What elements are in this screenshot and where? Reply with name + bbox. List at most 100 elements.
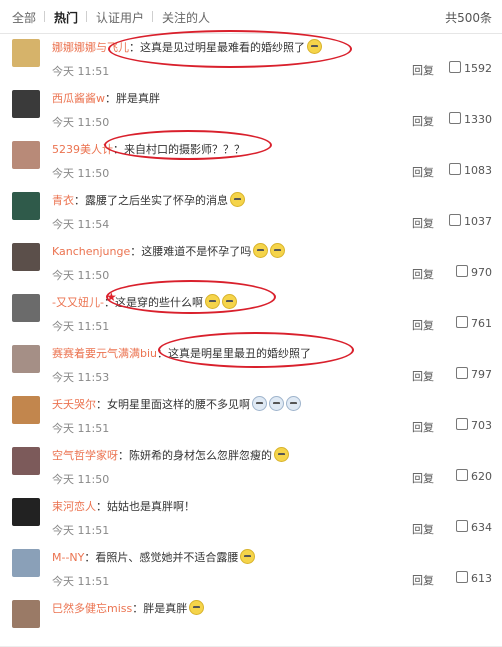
thumbs-up-icon xyxy=(449,214,461,226)
avatar[interactable] xyxy=(12,600,40,628)
comment-body: 夭夭哭尔：女明星里面这样的腰不多见啊 xyxy=(52,396,301,412)
comment-username[interactable]: 西瓜酱酱w xyxy=(52,92,105,105)
reply-button[interactable]: 回复 xyxy=(412,266,434,282)
avatar[interactable] xyxy=(12,498,40,526)
comment-item: 西瓜酱酱w：胖是真胖 今天 11:50 回复 1330 xyxy=(0,85,502,137)
comment-username[interactable]: 赛赛着要元气满满biu xyxy=(52,347,157,360)
comment-time: 今天 11:50 xyxy=(52,269,110,282)
comment-item: -又又妞儿-：这是穿的些什么啊今天 11:51 回复 761 xyxy=(0,289,502,341)
comment-text: ：姑姑也是真胖啊！ xyxy=(96,500,195,513)
comment-body: Kanchenjunge：这腰难道不是怀孕了吗 xyxy=(52,243,286,259)
reply-button[interactable]: 回复 xyxy=(412,62,434,78)
comment-item: 娜娜娜娜与飞儿：这真是见过明星最难看的婚纱照了 今天 11:51 回复 1592 xyxy=(0,34,502,86)
comment-username[interactable]: Kanchenjunge xyxy=(52,245,130,258)
comment-item: 5239美人计：来自村口的摄影师？？？ 今天 11:50 回复 1083 xyxy=(0,136,502,188)
avatar[interactable] xyxy=(12,192,40,220)
comment-username[interactable]: 巳然多健忘miss xyxy=(52,602,132,615)
like-count: 1592 xyxy=(464,62,492,75)
like-button[interactable]: 1592 xyxy=(449,61,492,75)
comment-text: ：胖是真胖 xyxy=(132,602,188,615)
comment-body: 娜娜娜娜与飞儿：这真是见过明星最难看的婚纱照了 xyxy=(52,39,322,55)
reply-button[interactable]: 回复 xyxy=(412,368,434,384)
like-count: 1037 xyxy=(464,215,492,228)
avatar[interactable] xyxy=(12,396,40,424)
emoji-icon xyxy=(204,294,220,309)
like-count: 1330 xyxy=(464,113,492,126)
comment-text: ：陈妍希的身材怎么忽胖忽瘦的 xyxy=(118,449,272,462)
emoji-icon xyxy=(307,39,322,54)
tab-divider xyxy=(44,11,45,22)
comment-username[interactable]: 5239美人计 xyxy=(52,143,113,156)
comment-username[interactable]: 青衣 xyxy=(52,194,74,207)
emoji-icon xyxy=(274,447,289,462)
like-button[interactable]: 1330 xyxy=(449,112,492,126)
like-button[interactable]: 1037 xyxy=(449,214,492,228)
like-button[interactable]: 613 xyxy=(456,571,492,585)
comment-body: 赛赛着要元气满满biu：这真是明星里最丑的婚纱照了 xyxy=(52,345,311,361)
comment-username[interactable]: 娜娜娜娜与飞儿 xyxy=(52,41,129,54)
avatar[interactable] xyxy=(12,39,40,67)
comment-text: ：这真是明星里最丑的婚纱照了 xyxy=(157,347,312,360)
like-button[interactable]: 1083 xyxy=(449,163,492,177)
like-count: 620 xyxy=(471,470,492,483)
comment-username[interactable]: M--NY xyxy=(52,551,84,564)
reply-button[interactable]: 回复 xyxy=(412,215,434,231)
reply-button[interactable]: 回复 xyxy=(412,113,434,129)
thumbs-up-icon xyxy=(449,163,461,175)
thumbs-up-icon xyxy=(456,265,468,277)
emoji-icon xyxy=(240,549,256,564)
avatar[interactable] xyxy=(12,243,40,271)
like-button[interactable]: 634 xyxy=(456,520,492,534)
comment-text: ：女明星里面这样的腰不多见啊 xyxy=(96,398,250,411)
avatar[interactable] xyxy=(12,345,40,373)
reply-button[interactable]: 回复 xyxy=(412,521,434,537)
tab-all[interactable]: 全部 xyxy=(12,9,36,26)
like-button[interactable]: 797 xyxy=(456,367,492,381)
tab-hot[interactable]: 热门 xyxy=(54,9,78,26)
emoji-icon xyxy=(269,396,284,411)
thumbs-up-icon xyxy=(456,367,468,379)
like-button[interactable]: 620 xyxy=(456,469,492,483)
comment-time: 今天 11:53 xyxy=(52,371,110,384)
comment-text: ：这是穿的些什么啊 xyxy=(103,296,203,309)
comment-item: M--NY：看照片、感觉她并不适合露腰 今天 11:51 回复 613 xyxy=(0,544,502,596)
reply-button[interactable]: 回复 xyxy=(412,572,434,588)
like-count: 634 xyxy=(471,521,492,534)
comment-text: ：这腰难道不是怀孕了吗 xyxy=(130,245,252,258)
avatar[interactable] xyxy=(12,90,40,118)
avatar[interactable] xyxy=(12,549,40,577)
comment-item: Kanchenjunge：这腰难道不是怀孕了吗 今天 11:50 回复 970 xyxy=(0,238,502,290)
comment-username[interactable]: 束河恋人 xyxy=(52,500,96,513)
comment-item: 赛赛着要元气满满biu：这真是明星里最丑的婚纱照了 今天 11:53 回复 797 xyxy=(0,340,502,392)
like-count: 761 xyxy=(471,317,492,330)
comment-tab-bar: 全部 热门 认证用户 关注的人 共500条 xyxy=(0,0,502,34)
like-button[interactable]: 970 xyxy=(456,265,492,279)
comment-text: ：来自村口的摄影师？？？ xyxy=(113,143,245,156)
comment-item: 青衣：露腰了之后坐实了怀孕的消息 今天 11:54 回复 1037 xyxy=(0,187,502,239)
reply-button[interactable]: 回复 xyxy=(412,470,434,486)
emoji-icon xyxy=(252,396,267,411)
comment-item: 巳然多健忘miss：胖是真胖 xyxy=(0,595,502,647)
tab-divider xyxy=(86,11,87,22)
like-button[interactable]: 761 xyxy=(456,316,492,330)
tab-following[interactable]: 关注的人 xyxy=(162,9,210,26)
thumbs-up-icon xyxy=(449,61,461,73)
reply-button[interactable]: 回复 xyxy=(412,164,434,180)
comment-time: 今天 11:51 xyxy=(52,320,110,333)
comment-body: M--NY：看照片、感觉她并不适合露腰 xyxy=(52,549,256,565)
thumbs-up-icon xyxy=(456,418,468,430)
avatar[interactable] xyxy=(12,447,40,475)
thumbs-up-icon xyxy=(456,520,468,532)
avatar[interactable] xyxy=(12,141,40,169)
comment-username[interactable]: 空气哲学家呀 xyxy=(52,449,118,462)
comment-username[interactable]: -又又妞儿- xyxy=(52,296,104,309)
reply-button[interactable]: 回复 xyxy=(412,419,434,435)
like-count: 970 xyxy=(471,266,492,279)
reply-button[interactable]: 回复 xyxy=(412,317,434,333)
comment-item: 夭夭哭尔：女明星里面这样的腰不多见啊 今天 11:51 回复 703 xyxy=(0,391,502,443)
comment-username[interactable]: 夭夭哭尔 xyxy=(52,398,96,411)
tab-verified[interactable]: 认证用户 xyxy=(96,9,144,26)
avatar[interactable] xyxy=(12,294,40,322)
like-button[interactable]: 703 xyxy=(456,418,492,432)
emoji-icon xyxy=(253,243,269,258)
